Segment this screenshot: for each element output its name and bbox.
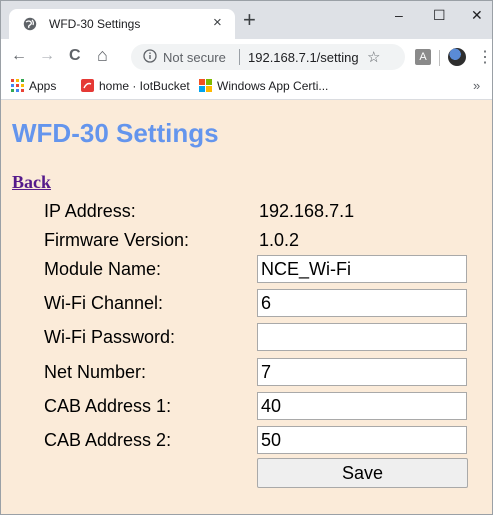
module-name-input[interactable]	[257, 255, 467, 283]
bookmark-label: home · IotBucket	[99, 79, 190, 93]
wifi-channel-label: Wi-Fi Channel:	[44, 293, 164, 313]
net-number-label: Net Number:	[44, 362, 147, 382]
info-icon[interactable]	[143, 49, 157, 63]
back-arrow-icon[interactable]: ←	[11, 47, 27, 65]
bookmark-star-icon[interactable]: ☆	[367, 48, 380, 66]
bookmark-windows-app-cert[interactable]: Windows App Certi...	[199, 79, 328, 93]
bookmark-label: Windows App Certi...	[217, 79, 329, 93]
home-icon[interactable]: ⌂	[97, 45, 108, 66]
cab-address-1-input[interactable]	[257, 392, 467, 420]
menu-dots-icon[interactable]: ⋮	[477, 47, 493, 67]
cab-address-1-label: CAB Address 1:	[44, 396, 172, 416]
tab-close-icon[interactable]: ×	[213, 14, 222, 31]
bookmark-iotbucket[interactable]: home · IotBucket	[81, 79, 190, 93]
new-tab-button[interactable]: +	[243, 9, 256, 31]
bookmarks-overflow-icon[interactable]: »	[473, 78, 480, 93]
page-title: WFD-30 Settings	[12, 118, 219, 148]
bookmarks-bar: Apps home · IotBucket Windows App Certi.…	[1, 75, 492, 100]
ip-address-value: 192.168.7.1	[259, 201, 355, 221]
ip-address-label: IP Address:	[44, 201, 136, 221]
profile-avatar[interactable]	[448, 48, 466, 66]
browser-window: WFD-30 Settings × + – ☐ ✕ ← → C ⌂ Not se…	[0, 0, 493, 515]
tab-title: WFD-30 Settings	[49, 17, 141, 31]
wifi-password-label: Wi-Fi Password:	[44, 327, 176, 347]
address-bar[interactable]: Not secure 192.168.7.1/setting ☆	[131, 44, 405, 70]
globe-icon	[23, 17, 37, 31]
reload-icon[interactable]: C	[69, 47, 81, 65]
module-name-label: Module Name:	[44, 259, 162, 279]
close-window-button[interactable]: ✕	[471, 7, 483, 24]
url-text[interactable]: 192.168.7.1/setting	[248, 50, 359, 65]
iotbucket-icon	[81, 79, 94, 92]
browser-toolbar: ← → C ⌂ Not secure 192.168.7.1/setting ☆…	[1, 39, 493, 75]
omnibox-divider	[239, 49, 240, 65]
net-number-input[interactable]	[257, 358, 467, 386]
security-status: Not secure	[163, 50, 226, 65]
firmware-version-label: Firmware Version:	[44, 230, 190, 250]
save-button[interactable]: Save	[257, 458, 468, 488]
maximize-button[interactable]: ☐	[433, 7, 446, 24]
cab-address-2-input[interactable]	[257, 426, 467, 454]
windows-logo-icon	[199, 79, 212, 92]
page-content: WFD-30 Settings Back IP Address: 192.168…	[1, 100, 492, 514]
firmware-version-value: 1.0.2	[259, 230, 300, 250]
wifi-channel-input[interactable]	[257, 289, 467, 317]
wifi-password-input[interactable]	[257, 323, 467, 351]
tab-active[interactable]: WFD-30 Settings ×	[9, 9, 235, 39]
minimize-button[interactable]: –	[395, 7, 403, 23]
toolbar-divider	[439, 50, 440, 66]
forward-arrow-icon[interactable]: →	[39, 47, 55, 65]
apps-grid-icon	[11, 79, 24, 92]
bookmark-apps[interactable]: Apps	[11, 79, 56, 93]
back-link[interactable]: Back	[12, 172, 51, 193]
tab-strip: WFD-30 Settings × + – ☐ ✕	[1, 1, 492, 39]
bookmark-label: Apps	[29, 79, 57, 93]
pdf-extension-icon[interactable]: A	[415, 49, 431, 65]
cab-address-2-label: CAB Address 2:	[44, 430, 172, 450]
